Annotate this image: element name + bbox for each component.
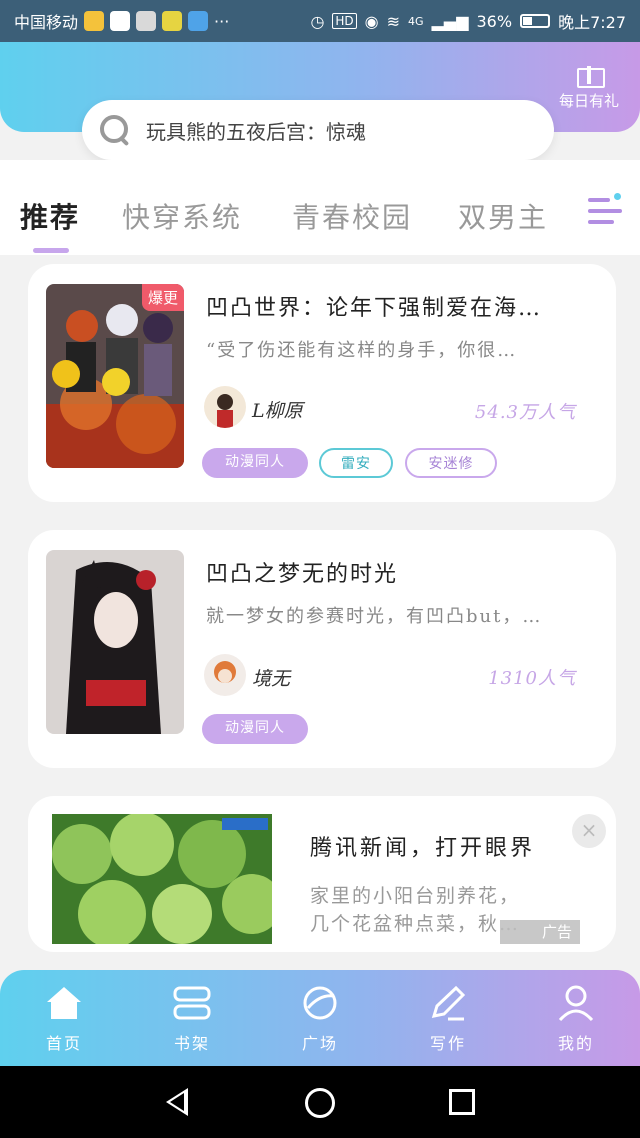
hot-update-badge: 爆更 (141, 284, 184, 311)
book-card[interactable]: 凹凸之梦无的时光 就一梦女的参赛时光，有凹凸but，… 境无 1310人气 动漫… (28, 530, 616, 768)
planet-icon (300, 984, 340, 1022)
clock: 晚上7:27 (558, 13, 626, 32)
tab-youth-campus[interactable]: 青春校园 (292, 196, 412, 236)
book-card[interactable]: 爆更 凹凸世界：论年下强制爱在海… “受了伤还能有这样的身手，你很… L柳原 5… (28, 264, 616, 502)
recent-apps-icon[interactable] (449, 1089, 475, 1115)
nav-label: 书架 (173, 1034, 210, 1053)
gift-icon (576, 60, 605, 88)
nav-profile[interactable]: 我的 (536, 984, 616, 1054)
nav-label: 写作 (429, 1034, 466, 1053)
daily-gift-label: 每日有礼 (558, 92, 619, 110)
book-description: “受了伤还能有这样的身手，你很… (206, 340, 518, 361)
search-placeholder: 玩具熊的五夜后宫：惊魂 (146, 119, 366, 144)
book-cover (46, 550, 184, 734)
carrier-label: 中国移动 (14, 13, 79, 32)
signal-icon: ▂▄▆ (431, 11, 469, 31)
nav-bookshelf[interactable]: 书架 (152, 984, 232, 1054)
ad-close-icon[interactable]: × (572, 814, 606, 848)
category-tabs: 推荐 快穿系统 青春校园 双男主 (0, 160, 640, 255)
book-title: 凹凸世界：论年下强制爱在海… (206, 296, 543, 321)
author-name[interactable]: 境无 (252, 664, 290, 691)
nav-plaza[interactable]: 广场 (280, 984, 360, 1054)
ad-description-line: 家里的小阳台别养花， (310, 885, 521, 907)
tab-double-male[interactable]: 双男主 (458, 196, 548, 236)
author-avatar[interactable] (204, 654, 246, 696)
bookshelf-icon (172, 984, 212, 1022)
ad-label: 广告 (500, 920, 580, 944)
eye-icon: ◉ (364, 11, 379, 31)
status-bar: 中国移动 ··· ◷ HD ◉ ≋ 4G ▂▄▆ 36% 晚上7:27 (0, 0, 640, 42)
category-menu-icon[interactable] (588, 193, 622, 226)
nav-label: 广场 (301, 1034, 338, 1053)
wifi-icon: ≋ (386, 11, 401, 31)
popularity-count: 54.3万人气 (474, 402, 576, 423)
nav-label: 我的 (557, 1034, 594, 1053)
paw-icon (110, 11, 131, 31)
tab-recommend[interactable]: 推荐 (20, 196, 80, 236)
battery-percent: 36% (476, 11, 513, 31)
more-notifications-icon: ··· (214, 11, 230, 31)
tag-anime-fanfic[interactable]: 动漫同人 (202, 448, 308, 478)
chat-app-icon (162, 11, 183, 31)
active-tab-indicator (33, 248, 69, 253)
nav-label: 首页 (45, 1034, 82, 1053)
book-cover: 爆更 (46, 284, 184, 468)
music-icon (188, 11, 209, 31)
popularity-count: 1310人气 (488, 668, 576, 689)
user-icon (556, 984, 596, 1022)
tab-quick-travel-system[interactable]: 快穿系统 (122, 196, 242, 236)
home-icon (44, 984, 84, 1022)
nav-write[interactable]: 写作 (408, 984, 488, 1054)
author-avatar[interactable] (204, 386, 246, 428)
photo-app-icon (136, 11, 157, 31)
weibo-icon (84, 11, 105, 31)
hd-icon: HD (332, 13, 357, 29)
battery-icon (520, 14, 551, 28)
home-circle-icon[interactable] (305, 1088, 335, 1118)
ad-image (52, 814, 272, 944)
network-label: 4G (408, 14, 424, 28)
search-icon (100, 115, 130, 145)
book-title: 凹凸之梦无的时光 (206, 562, 399, 587)
tag-anime-fanfic[interactable]: 动漫同人 (202, 714, 308, 744)
bottom-navigation: 首页 书架 广场 写作 我的 (0, 970, 640, 1066)
ad-card[interactable]: 腾讯新闻，打开眼界 家里的小阳台别养花， 几个花盆种点菜，秋… × 广告 (28, 796, 616, 952)
back-icon[interactable] (166, 1088, 188, 1116)
nav-home[interactable]: 首页 (24, 984, 104, 1054)
tag-lei-an[interactable]: 雷安 (319, 448, 393, 478)
daily-gift-button[interactable]: 每日有礼 (554, 60, 624, 111)
alarm-icon: ◷ (310, 11, 325, 31)
ad-title: 腾讯新闻，打开眼界 (310, 836, 536, 861)
book-description: 就一梦女的参赛时光，有凹凸but，… (206, 606, 543, 627)
author-name[interactable]: L柳原 (252, 396, 303, 423)
system-navigation-bar (0, 1066, 640, 1138)
search-bar[interactable]: 玩具熊的五夜后宫：惊魂 (82, 100, 554, 160)
tag-an-mi-xiu[interactable]: 安迷修 (405, 448, 497, 478)
pen-icon (428, 984, 468, 1022)
